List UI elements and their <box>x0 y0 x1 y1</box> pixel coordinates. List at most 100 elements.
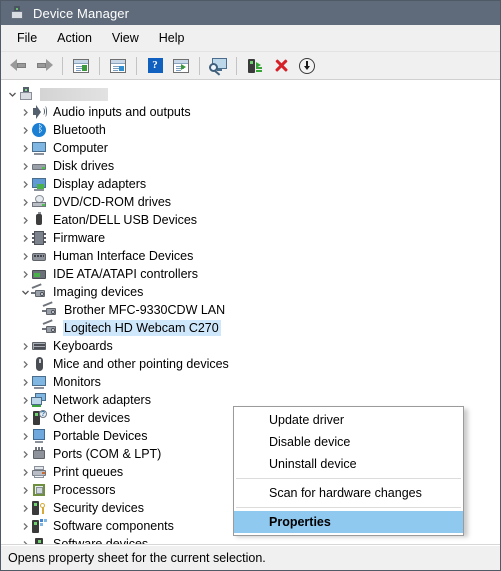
port-icon <box>31 446 47 462</box>
uninstall-device-button[interactable] <box>269 55 293 77</box>
ctx-update-driver[interactable]: Update driver <box>234 409 463 431</box>
tree-item-brother-mfc-9330cdw-lan[interactable]: Brother MFC-9330CDW LAN <box>1 301 500 319</box>
menu-help[interactable]: Help <box>149 29 195 48</box>
tree-item-monitors[interactable]: Monitors <box>1 373 500 391</box>
tree-item-display-adapters[interactable]: Display adapters <box>1 175 500 193</box>
tree-item-dvd-cd-rom-drives[interactable]: DVD/CD-ROM drives <box>1 193 500 211</box>
chevron-right-icon[interactable] <box>19 409 31 427</box>
dvd-drive-icon <box>31 194 47 210</box>
ctx-scan-hardware[interactable]: Scan for hardware changes <box>234 482 463 504</box>
chevron-right-icon[interactable] <box>19 373 31 391</box>
toolbar-separator-4 <box>199 56 200 75</box>
title-bar: Device Manager <box>1 1 500 25</box>
computer-icon <box>18 86 34 102</box>
toolbar-separator-5 <box>236 56 237 75</box>
toolbar-separator-2 <box>99 56 100 75</box>
back-button[interactable] <box>6 55 30 77</box>
help-button[interactable]: ? <box>143 55 167 77</box>
ctx-uninstall-device[interactable]: Uninstall device <box>234 453 463 475</box>
menu-file[interactable]: File <box>7 29 47 48</box>
chevron-right-icon[interactable] <box>19 391 31 409</box>
firmware-chip-icon <box>31 230 47 246</box>
chevron-right-icon[interactable] <box>19 193 31 211</box>
menu-view[interactable]: View <box>102 29 149 48</box>
chevron-right-icon[interactable] <box>19 265 31 283</box>
tree-item-mice-and-other-pointing-devices[interactable]: Mice and other pointing devices <box>1 355 500 373</box>
chevron-down-icon[interactable] <box>19 283 31 301</box>
monitor-icon <box>31 140 47 156</box>
tree-item-label: Firmware <box>53 230 106 245</box>
hid-gamepad-icon <box>31 248 47 264</box>
update-driver-button[interactable] <box>243 55 267 77</box>
chevron-right-icon[interactable] <box>19 481 31 499</box>
toolbar-separator-3 <box>136 56 137 75</box>
tree-item-audio-inputs-and-outputs[interactable]: Audio inputs and outputs <box>1 103 500 121</box>
update-driver-icon <box>247 58 263 74</box>
forward-button[interactable] <box>32 55 56 77</box>
disable-device-button[interactable] <box>295 55 319 77</box>
down-arrow-circle-icon <box>299 57 315 74</box>
chevron-right-icon[interactable] <box>19 337 31 355</box>
tree-item-disk-drives[interactable]: Disk drives <box>1 157 500 175</box>
ctx-properties[interactable]: Properties <box>234 511 463 533</box>
tree-item-computer[interactable]: Computer <box>1 139 500 157</box>
menu-action[interactable]: Action <box>47 29 102 48</box>
chevron-right-icon[interactable] <box>19 535 31 544</box>
tree-item-label: Network adapters <box>53 392 151 407</box>
window-title: Device Manager <box>33 5 130 21</box>
help-question-icon: ? <box>147 58 163 73</box>
device-tree-panel[interactable]: Audio inputs and outputs ᛒ Bluetooth Com… <box>1 80 500 545</box>
tree-item-label: Monitors <box>53 374 101 389</box>
chevron-right-icon[interactable] <box>19 157 31 175</box>
tree-item-label: DVD/CD-ROM drives <box>53 194 172 209</box>
chevron-right-icon[interactable] <box>19 355 31 373</box>
chevron-right-icon[interactable] <box>19 427 31 445</box>
mouse-icon <box>31 356 47 372</box>
chevron-right-icon[interactable] <box>19 517 31 535</box>
properties-button[interactable] <box>106 55 130 77</box>
ide-controller-icon <box>31 266 47 282</box>
chevron-right-icon[interactable] <box>19 211 31 229</box>
chevron-down-icon[interactable] <box>6 85 18 103</box>
scan-for-hardware-changes-button[interactable] <box>206 55 230 77</box>
chevron-right-icon[interactable] <box>19 247 31 265</box>
tree-item-keyboards[interactable]: Keyboards <box>1 337 500 355</box>
tree-item-logitech-hd-webcam-c270[interactable]: Logitech HD Webcam C270 <box>1 319 500 337</box>
show-hide-action-pane-button[interactable] <box>169 55 193 77</box>
tree-item-imaging-devices[interactable]: Imaging devices <box>1 283 500 301</box>
chevron-right-icon[interactable] <box>19 139 31 157</box>
chevron-right-icon[interactable] <box>19 229 31 247</box>
chevron-right-icon[interactable] <box>19 445 31 463</box>
display-adapter-icon <box>31 176 47 192</box>
chevron-right-icon[interactable] <box>19 121 31 139</box>
red-x-icon <box>274 58 289 73</box>
tree-item-label: Disk drives <box>53 158 115 173</box>
tree-item-label: Imaging devices <box>53 284 144 299</box>
tree-item-human-interface-devices[interactable]: Human Interface Devices <box>1 247 500 265</box>
tree-item-label-selected: Logitech HD Webcam C270 <box>63 319 221 337</box>
chevron-right-icon[interactable] <box>19 175 31 193</box>
bluetooth-icon: ᛒ <box>31 122 47 138</box>
speaker-icon <box>31 104 47 120</box>
security-device-icon <box>31 500 47 516</box>
ctx-disable-device[interactable]: Disable device <box>234 431 463 453</box>
toolbar-separator-1 <box>62 56 63 75</box>
disk-drive-icon <box>31 158 47 174</box>
tree-item-label: Human Interface Devices <box>53 248 194 263</box>
tree-root-node[interactable] <box>1 85 500 103</box>
camera-icon <box>42 319 58 336</box>
chevron-right-icon[interactable] <box>19 463 31 481</box>
tree-item-ide-ata-atapi-controllers[interactable]: IDE ATA/ATAPI controllers <box>1 265 500 283</box>
tree-item-label: Keyboards <box>53 338 113 353</box>
tree-item-eaton-dell-usb-devices[interactable]: Eaton/DELL USB Devices <box>1 211 500 229</box>
device-context-menu[interactable]: Update driver Disable device Uninstall d… <box>233 406 464 536</box>
ctx-separator-2 <box>236 507 461 508</box>
tree-item-bluetooth[interactable]: ᛒ Bluetooth <box>1 121 500 139</box>
redacted-computer-name <box>40 87 108 101</box>
chevron-right-icon[interactable] <box>19 499 31 517</box>
chevron-right-icon[interactable] <box>19 103 31 121</box>
show-hide-console-tree-button[interactable] <box>69 55 93 77</box>
tree-item-firmware[interactable]: Firmware <box>1 229 500 247</box>
printer-icon <box>31 464 47 480</box>
tree-item-label: IDE ATA/ATAPI controllers <box>53 266 198 281</box>
